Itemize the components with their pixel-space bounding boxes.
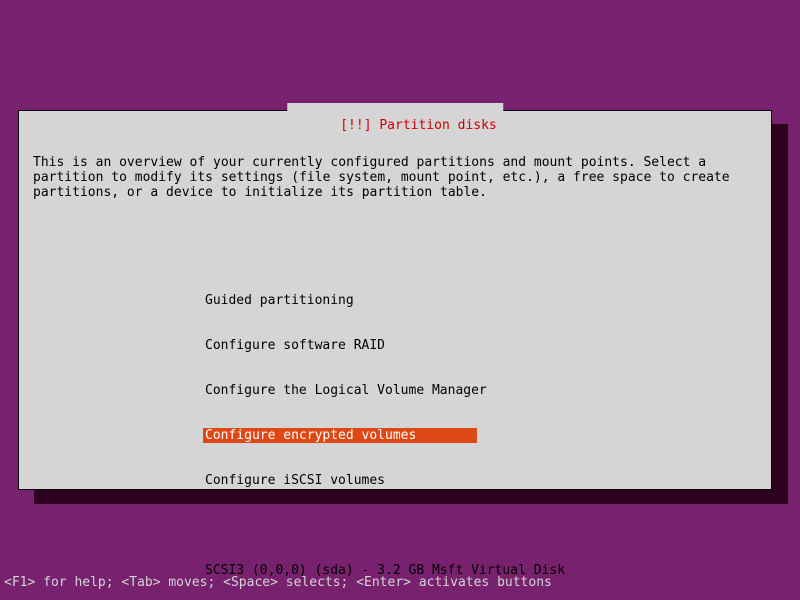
instructions-text: This is an overview of your currently co… <box>33 155 757 200</box>
menu-guided-partitioning[interactable]: Guided partitioning <box>203 293 643 308</box>
partition-menu: Guided partitioning Configure software R… <box>203 263 643 600</box>
partition-dialog: [!!] Partition disks This is an overview… <box>18 110 772 490</box>
dialog-title: [!!] Partition disks <box>287 103 503 148</box>
dialog-body: This is an overview of your currently co… <box>19 111 771 600</box>
menu-configure-raid[interactable]: Configure software RAID <box>203 338 643 353</box>
help-footer: <F1> for help; <Tab> moves; <Space> sele… <box>0 575 800 590</box>
menu-configure-lvm[interactable]: Configure the Logical Volume Manager <box>203 383 643 398</box>
menu-configure-iscsi[interactable]: Configure iSCSI volumes <box>203 473 643 488</box>
menu-spacer <box>203 518 643 533</box>
menu-configure-encrypted-volumes[interactable]: Configure encrypted volumes <box>203 428 477 443</box>
dialog-title-text: [!!] Partition disks <box>340 118 497 133</box>
